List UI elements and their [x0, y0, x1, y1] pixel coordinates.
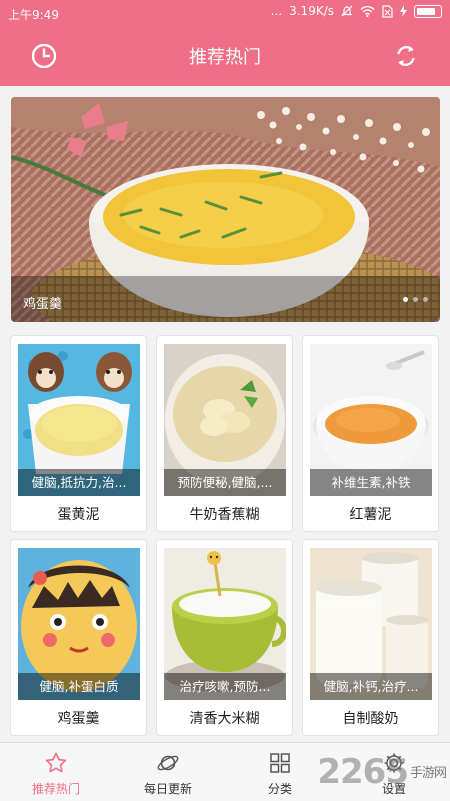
wifi-icon: [360, 6, 375, 17]
status-signal-dots: ...: [270, 4, 283, 18]
page-title: 推荐热门: [189, 47, 261, 68]
refresh-icon[interactable]: [392, 42, 420, 70]
recipe-name: 清香大米糊: [189, 711, 260, 727]
recipe-image: 健脑,补钙,治疗...: [310, 548, 432, 700]
recipe-tags: 预防便秘,健脑,...: [164, 469, 286, 496]
status-network-speed: 3.19K/s: [289, 4, 334, 18]
recipe-image: 补维生素,补铁: [310, 344, 432, 496]
recipe-image: 健脑,抵抗力,治...: [18, 344, 140, 496]
recipe-image: 预防便秘,健脑,...: [164, 344, 286, 496]
banner-caption: 鸡蛋羹: [23, 297, 63, 312]
recipe-tags: 补维生素,补铁: [310, 469, 432, 496]
recipe-name: 红薯泥: [349, 507, 392, 523]
recipe-tags: 健脑,补蛋白质: [18, 673, 140, 700]
page-dot: [403, 297, 408, 302]
featured-banner[interactable]: 鸡蛋羹: [11, 97, 440, 322]
planet-icon: [157, 755, 179, 771]
charging-icon: [400, 5, 407, 17]
status-bar: 上午9:49 ... 3.19K/s: [0, 0, 450, 26]
recipe-card[interactable]: 健脑,补钙,治疗... 自制酸奶: [302, 539, 439, 736]
app-header: 推荐热门: [0, 26, 450, 86]
recipe-image: 健脑,补蛋白质: [18, 548, 140, 700]
watermark-logo: 2265 手游网: [317, 752, 447, 792]
tab-recommended[interactable]: 推荐热门: [0, 743, 112, 801]
watermark-number: 2265: [317, 752, 409, 792]
recipe-card[interactable]: 治疗咳嗽,预防... 清香大米糊: [156, 539, 293, 736]
banner-page-indicator: [403, 297, 428, 302]
grid-icon: [270, 753, 290, 773]
recipe-name: 牛奶香蕉糊: [189, 507, 260, 523]
watermark-site: 手游网: [409, 766, 447, 781]
recipe-tags: 健脑,抵抗力,治...: [18, 469, 140, 496]
recipe-name: 蛋黄泥: [57, 507, 100, 523]
mute-icon: [341, 5, 353, 17]
tab-label: 每日更新: [143, 782, 192, 796]
recipe-card[interactable]: 健脑,抵抗力,治... 蛋黄泥: [10, 335, 147, 532]
recipe-card[interactable]: 补维生素,补铁 红薯泥: [302, 335, 439, 532]
tab-daily-update[interactable]: 每日更新: [112, 743, 224, 801]
banner-caption-bar: 鸡蛋羹: [11, 276, 440, 322]
tab-label: 推荐热门: [31, 782, 80, 796]
recipe-card[interactable]: 健脑,补蛋白质 鸡蛋羹: [10, 539, 147, 736]
battery-icon: [414, 4, 442, 18]
recipe-name: 鸡蛋羹: [57, 711, 100, 727]
recipe-tags: 治疗咳嗽,预防...: [164, 673, 286, 700]
recipe-image: 治疗咳嗽,预防...: [164, 548, 286, 700]
recipe-card[interactable]: 预防便秘,健脑,... 牛奶香蕉糊: [156, 335, 293, 532]
star-icon: [45, 752, 67, 773]
recipe-name: 自制酸奶: [342, 711, 399, 727]
recipe-tags: 健脑,补钙,治疗...: [310, 673, 432, 700]
no-sim-icon: [382, 4, 393, 18]
page-dot: [413, 297, 418, 302]
page-dot: [423, 297, 428, 302]
status-time: 上午9:49: [8, 8, 59, 22]
